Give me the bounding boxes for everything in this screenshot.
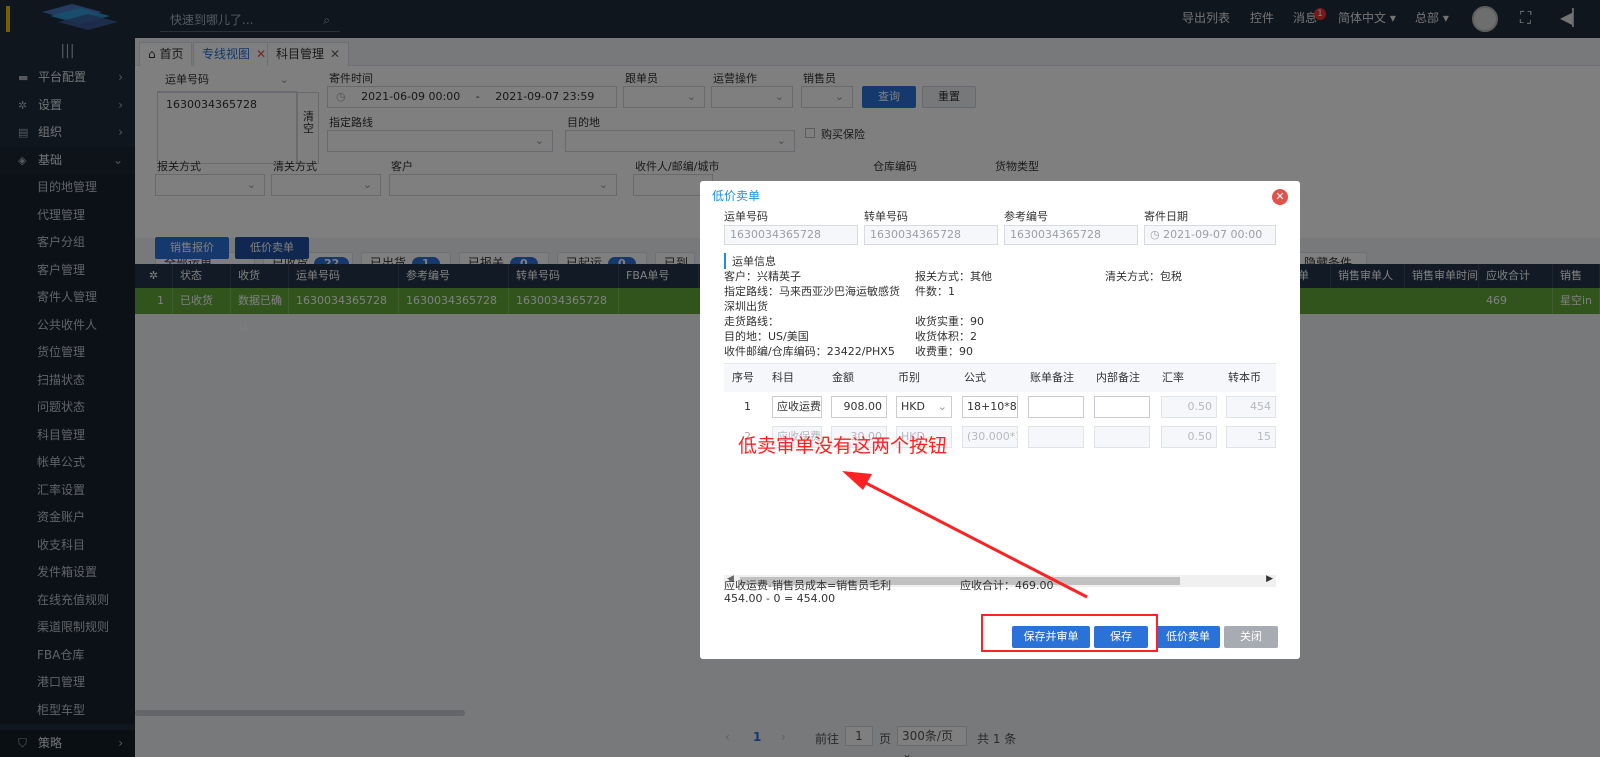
field-label: 运单号码: [724, 210, 768, 223]
fee-col-amount: 金额: [824, 364, 890, 392]
formula-input[interactable]: (30.000*1: [962, 426, 1018, 448]
fee-col-bill-note: 账单备注: [1022, 364, 1088, 392]
receivable-total: 应收合计：469.00: [960, 579, 1054, 592]
scroll-right-icon[interactable]: ▶: [1266, 574, 1273, 584]
amount-input[interactable]: 908.00: [831, 396, 887, 418]
field-label: 寄件日期: [1144, 210, 1188, 223]
low-price-sale-dialog: 低价卖单 ✕ 运单号码 1630034365728 转单号码 163003436…: [700, 181, 1300, 659]
row-no: 1: [744, 400, 751, 413]
formula-note: 应收运费-销售员成本=销售员毛利: [724, 579, 892, 592]
info-actual-weight: 收货实重：90: [915, 315, 984, 328]
rate-input: 0.50: [1161, 396, 1217, 418]
local-amount-input: 15: [1226, 426, 1276, 448]
formula-input[interactable]: 18+10*89: [962, 396, 1018, 418]
info-customer: 客户：兴精英子: [724, 270, 801, 283]
info-route-2: 深圳出货: [724, 300, 768, 313]
field-label: 转单号码: [864, 210, 908, 223]
close-button[interactable]: 关闭: [1224, 626, 1278, 648]
fee-col-formula: 公式: [956, 364, 1022, 392]
fee-col-local: 转本币: [1220, 364, 1276, 392]
chevron-down-icon: ⌄: [937, 400, 947, 413]
clock-icon: ◷: [1150, 228, 1164, 241]
fee-col-no: 序号: [724, 364, 764, 392]
fee-col-inner-note: 内部备注: [1088, 364, 1154, 392]
fee-table: 序号 科目 金额 币别 公式 账单备注 内部备注 汇率 转本币 1 应收运费 9…: [724, 363, 1276, 593]
section-title: 运单信息: [724, 253, 776, 269]
fee-col-rate: 汇率: [1154, 364, 1220, 392]
info-destination: 目的地：US/美国: [724, 330, 809, 343]
low-price-sale-submit-button[interactable]: 低价卖单: [1156, 626, 1220, 648]
formula-value: 454.00 - 0 = 454.00: [724, 592, 836, 605]
info-charge-weight: 收费重：90: [915, 345, 973, 358]
send-date-field[interactable]: ◷ 2021-09-07 00:00: [1144, 225, 1276, 245]
annotation-highlight-box: [981, 614, 1158, 652]
info-clearance: 清关方式：包税: [1105, 270, 1182, 283]
currency-select[interactable]: HKD ⌄: [896, 396, 952, 418]
transfer-field[interactable]: 1630034365728: [864, 225, 998, 245]
fee-col-subject: 科目: [764, 364, 824, 392]
send-date-value: 2021-09-07 00:00: [1163, 228, 1263, 241]
info-volume: 收货体积：2: [915, 330, 977, 343]
inner-note-input[interactable]: [1094, 426, 1150, 448]
fee-col-currency: 币别: [890, 364, 956, 392]
info-pieces: 件数：1: [915, 285, 955, 298]
bill-note-input[interactable]: [1028, 396, 1084, 418]
dialog-title: 低价卖单: [712, 189, 761, 203]
annotation-text: 低卖审单没有这两个按钮: [738, 435, 948, 457]
rate-input: 0.50: [1161, 426, 1217, 448]
info-customs: 报关方式：其他: [915, 270, 992, 283]
info-walk-route: 走货路线：: [724, 315, 779, 328]
subject-select[interactable]: 应收运费: [772, 396, 822, 418]
info-postcode: 收件邮编/仓库编码：23422/PHX5: [724, 345, 895, 358]
local-amount-input: 454: [1226, 396, 1276, 418]
inner-note-input[interactable]: [1094, 396, 1150, 418]
field-label: 参考编号: [1004, 210, 1048, 223]
reference-field[interactable]: 1630034365728: [1004, 225, 1138, 245]
currency-value: HKD: [901, 400, 925, 413]
info-route: 指定路线：马来西亚沙巴海运敏感货: [724, 285, 900, 298]
close-icon[interactable]: ✕: [1272, 189, 1288, 205]
bill-note-input[interactable]: [1028, 426, 1084, 448]
waybill-field[interactable]: 1630034365728: [724, 225, 858, 245]
